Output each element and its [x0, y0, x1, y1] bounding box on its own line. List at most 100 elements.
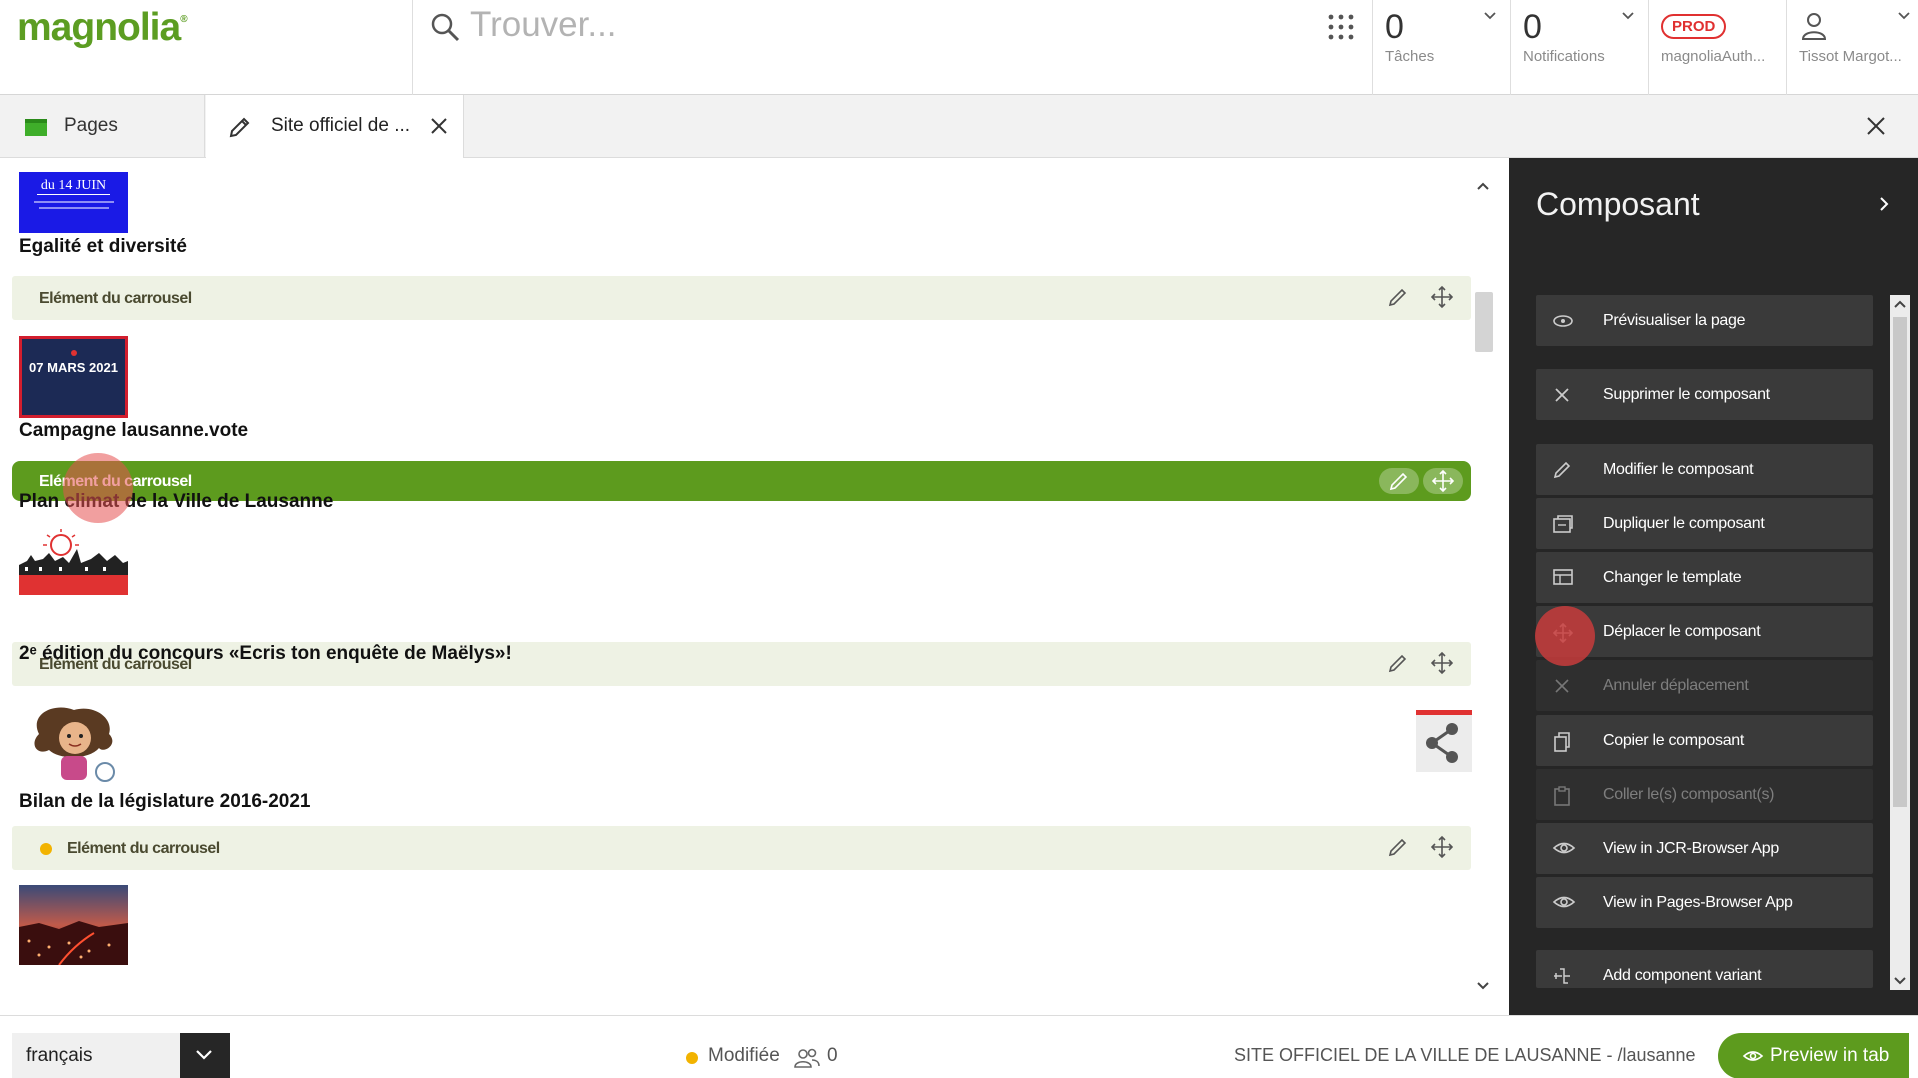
page-editor-canvas: du 14 JUIN Egalité et diversité Elément … [0, 158, 1508, 1015]
close-app-icon[interactable] [1866, 116, 1886, 136]
pencil-icon[interactable] [1387, 652, 1409, 674]
preview-in-tab-button[interactable]: Preview in tab [1718, 1033, 1909, 1078]
template-icon [1552, 568, 1574, 586]
action-label: Prévisualiser la page [1603, 312, 1746, 329]
status-dot [686, 1052, 698, 1064]
tasks-indicator[interactable]: 0 Tâches [1372, 0, 1510, 95]
environment-label: magnoliaAuth... [1661, 48, 1766, 65]
app-launcher-icon[interactable] [1328, 14, 1354, 40]
action-change-template[interactable]: Changer le template [1536, 552, 1873, 603]
share-button[interactable] [1416, 710, 1472, 772]
search-icon[interactable] [430, 12, 460, 42]
magnolia-logo[interactable]: magnolia® [17, 6, 188, 50]
action-delete-component[interactable]: Supprimer le composant [1536, 369, 1873, 420]
eye-icon [1552, 893, 1576, 911]
panel-scrollbar[interactable] [1890, 295, 1910, 990]
panel-title: Composant [1536, 186, 1700, 222]
component-actions-panel: Composant Prévisualiser la page Supprime… [1509, 158, 1918, 1015]
tab-pages[interactable]: Pages [0, 95, 205, 158]
pencil-icon[interactable] [1387, 286, 1409, 308]
top-bar: magnolia® 0 Tâches 0 Notifications PROD … [0, 0, 1918, 95]
tasks-count: 0 [1385, 8, 1404, 46]
duplicate-icon [1552, 514, 1574, 534]
carousel-element-bar-modified[interactable]: Elément du carrousel [12, 826, 1471, 870]
action-copy-component[interactable]: Copier le composant [1536, 715, 1873, 766]
action-label: Déplacer le composant [1603, 623, 1761, 640]
site-path: SITE OFFICIEL DE LA VILLE DE LAUSANNE - … [1234, 1045, 1696, 1065]
logo-text: magnolia [17, 6, 181, 49]
action-label: View in Pages-Browser App [1603, 894, 1793, 911]
tab-site-label: Site officiel de ... [271, 115, 411, 136]
click-indicator [63, 453, 133, 523]
edit-pill[interactable] [1379, 468, 1419, 494]
action-label: Coller le(s) composant(s) [1603, 786, 1775, 803]
action-add-component-variant[interactable]: Add component variant [1536, 950, 1873, 988]
eye-icon [1552, 839, 1576, 857]
move-icon[interactable] [1431, 835, 1453, 859]
item-thumbnail[interactable]: 07 MARS 2021 [19, 336, 128, 418]
action-label: Annuler déplacement [1603, 677, 1749, 694]
collapse-panel-icon[interactable] [1879, 196, 1889, 212]
action-view-pages-browser[interactable]: View in Pages-Browser App [1536, 877, 1873, 928]
move-icon[interactable] [1431, 285, 1453, 309]
clipboard-icon [1552, 785, 1572, 807]
action-cancel-move: Annuler déplacement [1536, 660, 1873, 711]
chevron-down-icon [196, 1050, 212, 1060]
close-icon [1552, 676, 1572, 696]
item-thumbnail[interactable] [19, 885, 128, 965]
item-thumbnail[interactable]: du 14 JUIN [19, 172, 128, 233]
action-label: Modifier le composant [1603, 461, 1754, 478]
pencil-icon[interactable] [1387, 836, 1409, 858]
eye-icon [1742, 1051, 1764, 1061]
item-title: Campagne lausanne.vote [19, 420, 249, 441]
user-icon [1801, 12, 1827, 40]
action-duplicate-component[interactable]: Dupliquer le composant [1536, 498, 1873, 549]
content-scrollbar-thumb[interactable] [1475, 292, 1493, 352]
magnolia-app: magnolia® 0 Tâches 0 Notifications PROD … [0, 0, 1918, 1078]
environment-indicator[interactable]: PROD magnoliaAuth... [1648, 0, 1786, 95]
action-label: Supprimer le composant [1603, 386, 1770, 403]
users-count: 0 [827, 1045, 838, 1066]
logo-trademark: ® [180, 14, 187, 25]
tasks-label: Tâches [1385, 48, 1435, 65]
logo-area: magnolia® [0, 0, 413, 95]
tab-site-editor[interactable]: Site officiel de ... [206, 95, 464, 159]
action-paste-components: Coller le(s) composant(s) [1536, 769, 1873, 820]
action-edit-component[interactable]: Modifier le composant [1536, 444, 1873, 495]
variant-icon [1552, 966, 1574, 986]
modified-status-dot [40, 843, 52, 855]
search-input[interactable] [470, 4, 950, 46]
carousel-element-label: Elément du carrousel [67, 840, 220, 857]
notifications-label: Notifications [1523, 48, 1605, 65]
language-dropdown-button[interactable] [180, 1033, 230, 1078]
item-title: 2ᵉ édition du concours «Ecris ton enquêt… [19, 643, 512, 664]
thumbnail-text: 07 MARS 2021 [29, 360, 118, 375]
page-status-label: Modifiée [708, 1045, 780, 1066]
move-pill[interactable] [1423, 468, 1463, 494]
action-label: Dupliquer le composant [1603, 515, 1765, 532]
pages-app-icon [25, 119, 47, 136]
click-indicator [1535, 606, 1595, 666]
carousel-element-bar[interactable]: Elément du carrousel [12, 276, 1471, 320]
tab-bar: Pages Site officiel de ... [0, 95, 1918, 159]
close-tab-icon[interactable] [430, 117, 448, 135]
user-menu[interactable]: Tissot Margot... [1786, 0, 1918, 95]
item-title: Egalité et diversité [19, 236, 187, 257]
action-preview-page[interactable]: Prévisualiser la page [1536, 295, 1873, 346]
action-view-jcr-browser[interactable]: View in JCR-Browser App [1536, 823, 1873, 874]
carousel-element-label: Elément du carrousel [39, 290, 192, 307]
item-thumbnail[interactable] [19, 704, 128, 784]
action-label: View in JCR-Browser App [1603, 840, 1779, 857]
chevron-down-icon [1898, 12, 1910, 20]
preview-icon [1552, 311, 1574, 331]
item-thumbnail[interactable] [19, 527, 128, 595]
tab-pages-label: Pages [64, 115, 118, 136]
notifications-indicator[interactable]: 0 Notifications [1510, 0, 1648, 95]
move-icon[interactable] [1431, 651, 1453, 675]
prod-badge: PROD [1661, 14, 1727, 39]
pencil-icon [228, 115, 252, 139]
action-label: Add component variant [1603, 967, 1762, 984]
item-title: Bilan de la législature 2016-2021 [19, 791, 311, 812]
language-select[interactable]: français [12, 1033, 180, 1078]
action-label: Changer le template [1603, 569, 1742, 586]
